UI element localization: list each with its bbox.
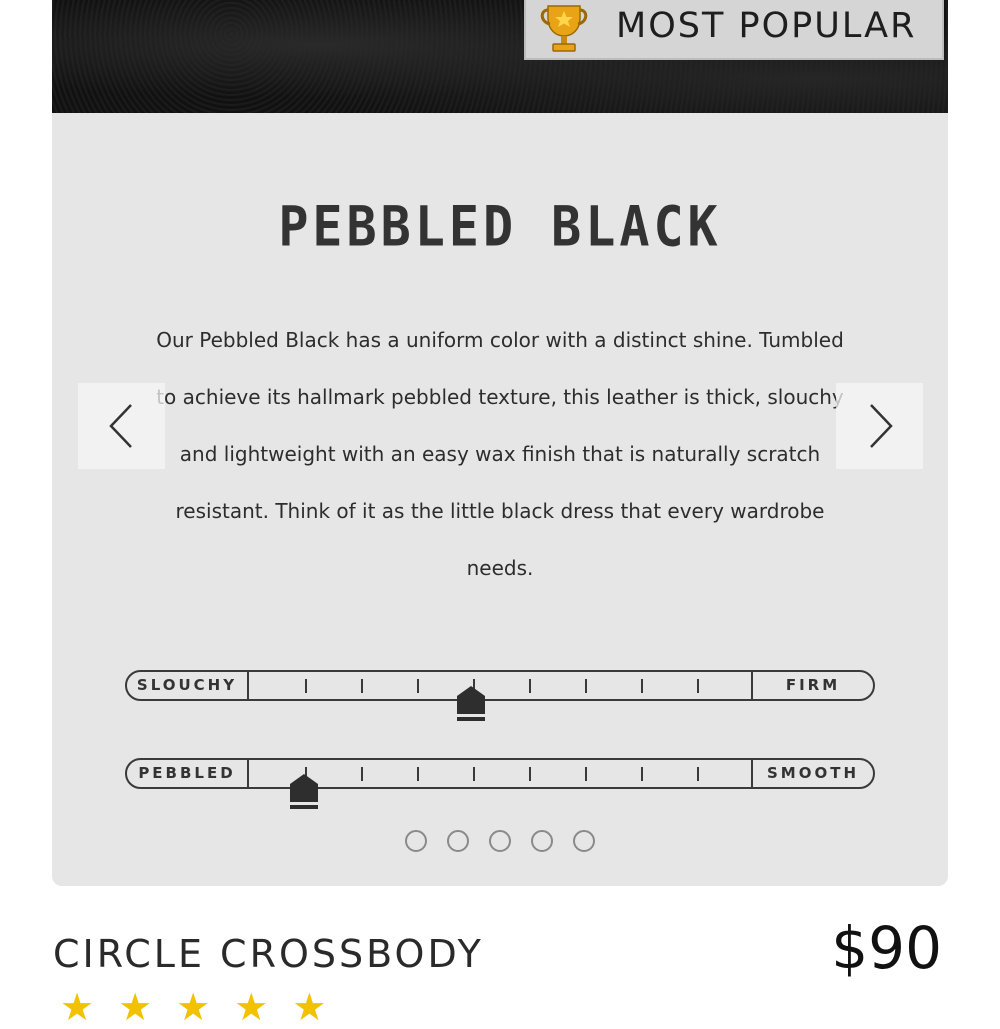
scale-tick bbox=[361, 679, 363, 693]
scale-tick bbox=[697, 679, 699, 693]
most-popular-badge: MOST POPULAR bbox=[524, 0, 944, 60]
scale-tick bbox=[473, 767, 475, 781]
carousel-next-button[interactable] bbox=[836, 383, 923, 469]
texture-scale: PEBBLED SMOOTH bbox=[125, 758, 875, 809]
scale-tick bbox=[585, 679, 587, 693]
scale-tick bbox=[361, 767, 363, 781]
trophy-icon bbox=[540, 5, 588, 52]
scale-right-label: SMOOTH bbox=[751, 760, 873, 787]
scale-marker-icon bbox=[290, 774, 319, 809]
scale-tick bbox=[529, 767, 531, 781]
carousel-dot[interactable] bbox=[405, 830, 427, 852]
carousel-dot[interactable] bbox=[531, 830, 553, 852]
carousel-dot[interactable] bbox=[573, 830, 595, 852]
carousel-prev-button[interactable] bbox=[78, 383, 165, 469]
product-price: $90 bbox=[831, 914, 942, 982]
badge-label: MOST POPULAR bbox=[616, 6, 917, 46]
chevron-right-icon bbox=[869, 404, 893, 448]
leather-description: Our Pebbled Black has a uniform color wi… bbox=[156, 328, 844, 580]
scale-left-label: SLOUCHY bbox=[127, 672, 249, 699]
scale-right-label: FIRM bbox=[751, 672, 873, 699]
firmness-scale: SLOUCHY FIRM bbox=[125, 670, 875, 721]
scale-tick bbox=[697, 767, 699, 781]
star-icon: ★ bbox=[60, 985, 95, 1029]
scale-tick bbox=[529, 679, 531, 693]
star-icon: ★ bbox=[118, 985, 153, 1029]
product-name: CIRCLE CROSSBODY bbox=[53, 932, 484, 976]
scale-tick bbox=[585, 767, 587, 781]
leather-title: PEBBLED BLACK bbox=[278, 195, 722, 259]
star-icon: ★ bbox=[176, 985, 211, 1029]
star-icon: ★ bbox=[234, 985, 269, 1029]
scale-tick bbox=[641, 679, 643, 693]
scale-left-label: PEBBLED bbox=[127, 760, 249, 787]
carousel-pagination bbox=[0, 830, 1000, 852]
carousel-dot[interactable] bbox=[489, 830, 511, 852]
carousel-dot[interactable] bbox=[447, 830, 469, 852]
rating-stars: ★ ★ ★ ★ ★ bbox=[60, 988, 326, 1026]
star-icon: ★ bbox=[292, 985, 327, 1029]
scale-tick bbox=[305, 679, 307, 693]
scale-tick bbox=[417, 767, 419, 781]
chevron-left-icon bbox=[108, 404, 132, 448]
scale-marker-icon bbox=[456, 686, 485, 721]
scale-tick bbox=[417, 679, 419, 693]
scale-tick bbox=[641, 767, 643, 781]
